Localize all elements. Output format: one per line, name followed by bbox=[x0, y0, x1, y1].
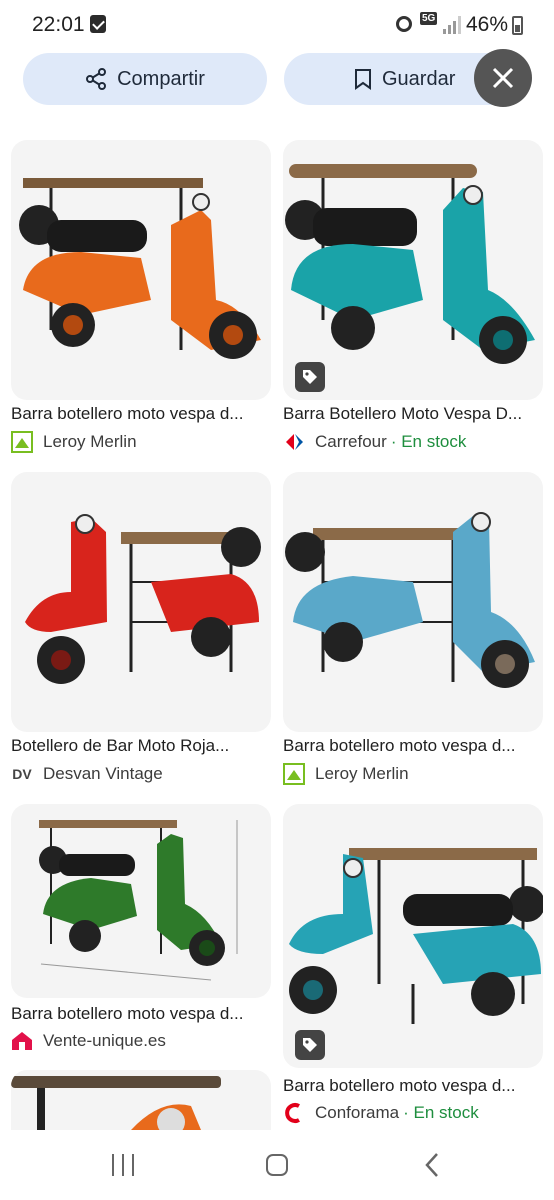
result-card[interactable]: Barra botellero moto vespa d... Conforam… bbox=[283, 804, 543, 1123]
status-bar: 22:01 5G 46% bbox=[0, 0, 554, 52]
result-source[interactable]: DV Desvan Vintage bbox=[11, 763, 163, 785]
share-icon bbox=[86, 68, 107, 90]
conforama-logo bbox=[283, 1102, 305, 1124]
battery-percentage: 46% bbox=[466, 13, 509, 36]
status-time: 22:01 bbox=[32, 13, 85, 36]
vespa-bar-image bbox=[285, 164, 535, 364]
source-name: Carrefour bbox=[315, 432, 387, 451]
vespa-bar-image bbox=[25, 514, 261, 684]
recent-apps-icon[interactable] bbox=[112, 1154, 136, 1176]
alarm-icon bbox=[396, 16, 412, 32]
result-source[interactable]: Leroy Merlin bbox=[283, 763, 409, 785]
source-name: Leroy Merlin bbox=[315, 764, 409, 783]
result-card[interactable]: Barra Botellero Moto Vespa D... Carrefou… bbox=[283, 140, 543, 451]
signal-icon bbox=[443, 16, 461, 34]
product-image[interactable] bbox=[11, 472, 271, 732]
share-button[interactable]: Compartir bbox=[23, 53, 267, 105]
result-source[interactable]: Leroy Merlin bbox=[11, 431, 137, 453]
product-image[interactable] bbox=[11, 140, 271, 400]
vespa-bar-image bbox=[11, 1076, 221, 1130]
source-name: Desvan Vintage bbox=[43, 764, 163, 783]
result-card[interactable]: Barra botellero moto vespa d... Leroy Me… bbox=[11, 140, 271, 453]
product-image[interactable] bbox=[11, 1070, 271, 1130]
result-title[interactable]: Barra botellero moto vespa d... bbox=[283, 736, 541, 756]
source-name: Leroy Merlin bbox=[43, 432, 137, 451]
result-card[interactable]: Barra botellero moto vespa d... Leroy Me… bbox=[283, 472, 543, 785]
leroy-merlin-logo bbox=[11, 431, 33, 453]
desvan-vintage-logo: DV bbox=[12, 766, 32, 782]
shopping-tag-icon bbox=[295, 1030, 325, 1060]
result-title[interactable]: Barra botellero moto vespa d... bbox=[11, 1004, 269, 1024]
result-card[interactable] bbox=[11, 1070, 271, 1130]
result-source[interactable]: Carrefour · En stock bbox=[283, 431, 466, 453]
product-image[interactable] bbox=[11, 804, 271, 998]
home-icon[interactable] bbox=[266, 1154, 288, 1176]
back-icon[interactable] bbox=[424, 1152, 440, 1183]
save-label: Guardar bbox=[382, 67, 456, 90]
vespa-bar-image bbox=[39, 820, 238, 981]
close-button[interactable] bbox=[474, 49, 532, 107]
vente-unique-logo bbox=[11, 1030, 33, 1052]
stock-status: · En stock bbox=[390, 432, 467, 451]
notification-check-icon bbox=[90, 15, 106, 33]
result-source[interactable]: Conforama · En stock bbox=[283, 1102, 479, 1124]
product-image[interactable] bbox=[283, 140, 543, 400]
leroy-merlin-logo bbox=[283, 763, 305, 785]
product-image[interactable] bbox=[283, 804, 543, 1068]
close-icon bbox=[492, 67, 514, 89]
result-title[interactable]: Barra botellero moto vespa d... bbox=[11, 404, 269, 424]
result-card[interactable]: Barra botellero moto vespa d... Vente-un… bbox=[11, 804, 271, 1050]
result-title[interactable]: Barra Botellero Moto Vespa D... bbox=[283, 404, 541, 424]
product-image[interactable] bbox=[283, 472, 543, 732]
system-navigation-bar bbox=[0, 1130, 554, 1200]
vespa-bar-image bbox=[289, 848, 543, 1024]
result-title[interactable]: Botellero de Bar Moto Roja... bbox=[11, 736, 269, 756]
result-source[interactable]: Vente-unique.es bbox=[11, 1030, 166, 1052]
share-label: Compartir bbox=[117, 67, 205, 90]
vespa-bar-image bbox=[285, 512, 535, 688]
source-name: Vente-unique.es bbox=[43, 1031, 166, 1050]
source-name: Conforama bbox=[315, 1103, 400, 1122]
result-card[interactable]: Botellero de Bar Moto Roja... DV Desvan … bbox=[11, 472, 271, 783]
battery-icon bbox=[512, 16, 523, 35]
bookmark-icon bbox=[355, 69, 371, 90]
result-title[interactable]: Barra botellero moto vespa d... bbox=[283, 1076, 541, 1096]
shopping-tag-icon bbox=[295, 362, 325, 392]
stock-status: · En stock bbox=[403, 1103, 479, 1122]
carrefour-logo bbox=[283, 431, 305, 453]
vespa-bar-image bbox=[19, 178, 261, 359]
network-type: 5G bbox=[420, 12, 438, 25]
